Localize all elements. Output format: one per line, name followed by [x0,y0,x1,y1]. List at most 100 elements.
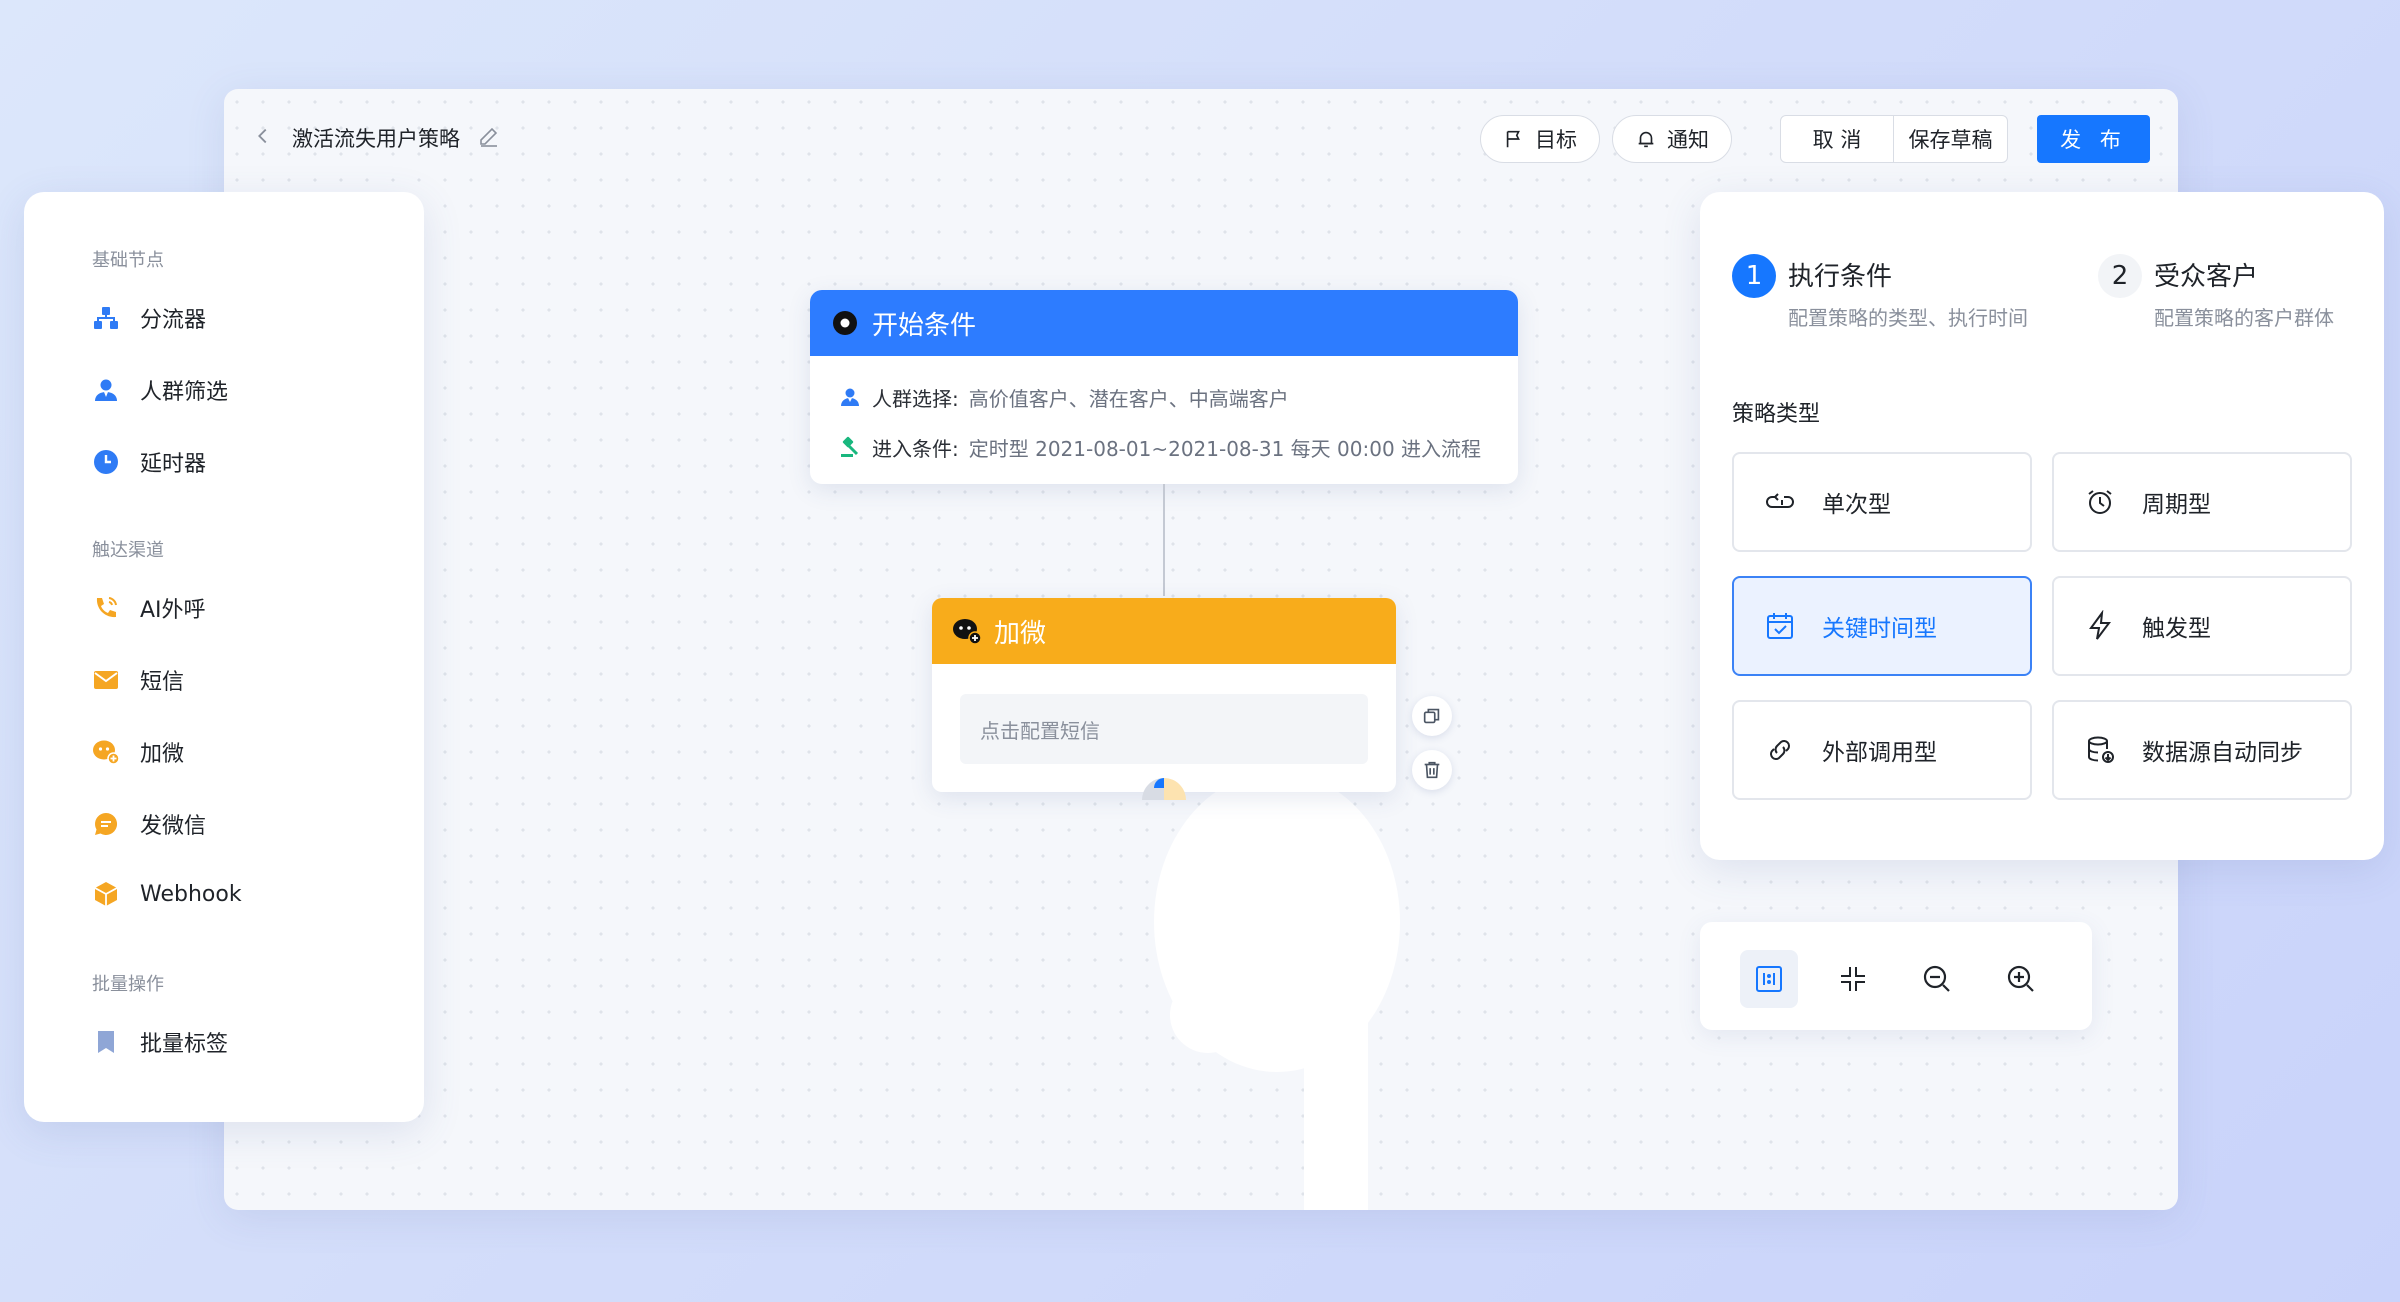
start-node-header: 开始条件 [810,290,1518,356]
fit-view-icon [1756,966,1782,992]
flag-icon [1506,130,1520,148]
bookmark-icon [98,1031,114,1053]
copy-node-button[interactable] [1412,696,1452,736]
fit-view-button[interactable] [1740,950,1798,1008]
node-add-handle[interactable] [1124,776,1204,826]
strategy-type-label: 策略类型 [1732,402,1821,427]
top-toolbar: 激活流失用户策略 目标 通知 取 消 保存草稿 发 布 [224,89,2178,185]
section-title-channels: 触达渠道 [92,540,164,561]
splitter-icon [94,307,118,329]
clock-icon [94,450,118,474]
option-label: 触发型 [2142,616,2211,642]
node-item-label: Webhook [140,881,242,907]
node-item-label: 人群筛选 [140,380,229,405]
back-arrow-icon[interactable] [252,125,274,147]
bell-icon [1638,131,1654,148]
crowd-label: 人群选择: [872,386,959,411]
link-icon [1770,740,1790,760]
notify-button[interactable]: 通知 [1612,115,1732,163]
node-item-label: AI外呼 [140,598,206,623]
webhook-icon [94,882,118,906]
save-draft-button[interactable]: 保存草稿 [1893,116,2007,162]
node-item-label: 发微信 [140,814,207,839]
single-run-icon [1766,493,1794,508]
crowd-value: 高价值客户、潜在客户、中高端客户 [968,386,1289,411]
node-item-webhook[interactable]: Webhook [92,874,242,914]
step-1-title[interactable]: 执行条件 [1788,256,1892,293]
notify-label: 通知 [1667,128,1709,152]
wechat-add-icon [953,619,982,645]
option-trigger[interactable]: 触发型 [2052,576,2352,676]
node-item-label: 批量标签 [140,1032,229,1057]
option-single-run[interactable]: 单次型 [1732,452,2032,552]
configure-sms-field[interactable]: 点击配置短信 [960,694,1368,764]
section-title-basic: 基础节点 [92,250,164,271]
node-item-label: 短信 [140,670,185,695]
alarm-clock-icon [2088,490,2112,514]
node-item-label: 分流器 [140,308,207,333]
section-title-batch: 批量操作 [92,974,164,995]
cancel-button[interactable]: 取 消 [1781,116,1893,162]
database-sync-icon [2088,736,2114,763]
node-item-sms[interactable]: 短信 [92,660,184,700]
option-label: 单次型 [1822,492,1891,518]
step-1-subtitle: 配置策略的类型、执行时间 [1788,306,2028,330]
crowd-selection-row: 人群选择: 高价值客户、潜在客户、中高端客户 [838,380,1289,414]
phone-icon [96,597,117,618]
start-condition-node[interactable]: 开始条件 人群选择: 高价值客户、潜在客户、中高端客户 进入条件: 定时型 20… [810,290,1518,484]
goal-button[interactable]: 目标 [1480,115,1600,163]
collapse-icon [1841,967,1865,991]
option-key-time[interactable]: 关键时间型 [1732,576,2032,676]
copy-icon [1423,708,1440,724]
collapse-button[interactable] [1824,950,1882,1008]
node-item-label: 延时器 [140,452,207,477]
zoom-out-button[interactable] [1908,950,1966,1008]
delete-node-button[interactable] [1412,750,1452,790]
wechat-node-title: 加微 [994,618,1047,649]
step-1-number[interactable]: 1 [1732,254,1776,298]
entry-label: 进入条件: [872,436,959,461]
edit-icon[interactable] [477,124,501,148]
node-item-label: 加微 [140,742,185,767]
canvas-decoration-stem [1304,959,1368,1210]
crowd-filter-icon [95,379,117,401]
goal-label: 目标 [1535,128,1577,152]
zoom-in-button[interactable] [1992,950,2050,1008]
option-periodic[interactable]: 周期型 [2052,452,2352,552]
node-item-ai-call[interactable]: AI外呼 [92,588,206,628]
zoom-out-icon [1923,965,1950,992]
start-record-icon [833,311,857,335]
publish-button[interactable]: 发 布 [2037,115,2150,163]
entry-value: 定时型 2021-08-01~2021-08-31 每天 00:00 进入流程 [968,436,1482,461]
zoom-in-icon [2007,965,2034,992]
start-node-title: 开始条件 [872,310,977,341]
wechat-node-header: 加微 [932,598,1396,664]
trash-icon [1424,761,1440,779]
add-wechat-node[interactable]: 加微 点击配置短信 [932,598,1396,792]
step-2-subtitle: 配置策略的客户群体 [2154,306,2334,330]
wechat-add-icon [93,740,120,765]
calendar-check-icon [1767,613,1793,639]
node-item-add-wechat[interactable]: 加微 [92,732,184,772]
page-title: 激活流失用户策略 [292,127,460,151]
node-item-crowd-filter[interactable]: 人群筛选 [92,370,228,410]
entry-condition-row: 进入条件: 定时型 2021-08-01~2021-08-31 每天 00:00… [838,430,1481,464]
node-item-send-wechat[interactable]: 发微信 [92,804,206,844]
option-label: 周期型 [2142,492,2211,518]
node-item-splitter[interactable]: 分流器 [92,298,206,338]
node-item-batch-tag[interactable]: 批量标签 [92,1022,228,1062]
flow-connector-line [1163,484,1165,596]
strategy-config-panel: 1 执行条件 配置策略的类型、执行时间 2 受众客户 配置策略的客户群体 策略类… [1700,192,2384,860]
entry-gavel-icon [841,436,859,457]
step-2-title[interactable]: 受众客户 [2154,256,2258,293]
node-item-delay[interactable]: 延时器 [92,442,206,482]
user-group-icon [841,388,859,406]
option-label: 关键时间型 [1822,616,1937,642]
node-library-panel: 基础节点 分流器 人群筛选 延时器 触达渠道 AI外呼 短信 加微 发微信 We… [24,192,424,1122]
lightning-icon [2089,610,2111,640]
chat-icon [95,812,118,835]
option-datasource-sync[interactable]: 数据源自动同步 [2052,700,2352,800]
zoom-toolbar [1700,922,2092,1030]
step-2-number[interactable]: 2 [2098,254,2142,298]
option-external-call[interactable]: 外部调用型 [1732,700,2032,800]
